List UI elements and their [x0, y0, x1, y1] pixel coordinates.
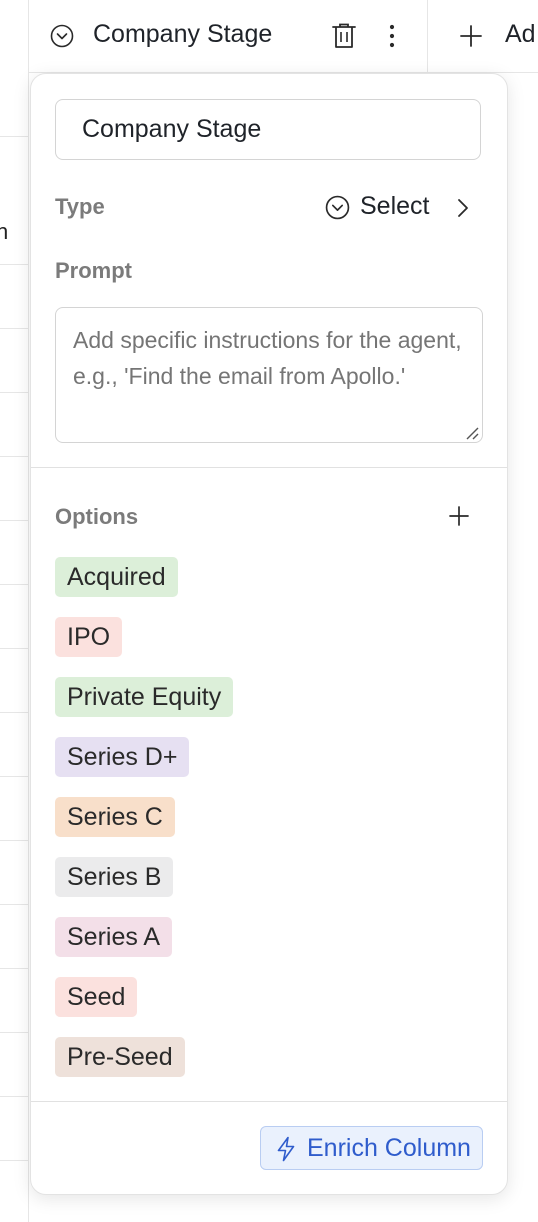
type-select-button[interactable]: Select	[325, 192, 475, 224]
table-left-column	[0, 0, 29, 1222]
enrich-column-label: Enrich Column	[307, 1134, 471, 1162]
table-row-divider	[0, 968, 28, 969]
section-divider	[31, 467, 507, 468]
option-chip[interactable]: Seed	[55, 977, 138, 1017]
table-row-divider	[0, 456, 28, 457]
table-row-divider	[0, 1160, 28, 1161]
lightning-bolt-icon	[277, 1136, 295, 1162]
table-row-divider	[0, 712, 28, 713]
column-name-input[interactable]	[55, 99, 481, 160]
option-chip[interactable]: Series C	[55, 797, 175, 837]
table-row-divider	[0, 840, 28, 841]
prompt-input[interactable]	[55, 307, 483, 443]
option-chip[interactable]: Private Equity	[55, 677, 234, 717]
trash-icon[interactable]	[331, 22, 357, 50]
options-label: Options	[55, 504, 139, 529]
type-label: Type	[55, 194, 105, 219]
table-row-divider	[0, 1032, 28, 1033]
table-row-divider	[0, 328, 28, 329]
add-option-icon[interactable]	[447, 504, 471, 528]
select-type-icon	[50, 24, 74, 48]
option-chip[interactable]: Series A	[55, 917, 173, 957]
option-chip[interactable]: Series D+	[55, 737, 190, 777]
table-row-divider	[0, 136, 28, 137]
option-chip[interactable]: Pre-Seed	[55, 1037, 185, 1077]
option-chip[interactable]: Series B	[55, 857, 174, 897]
column-header-title[interactable]: Company Stage	[93, 20, 272, 49]
option-chip[interactable]: Acquired	[55, 557, 178, 597]
table-row-divider	[0, 392, 28, 393]
select-type-icon	[325, 195, 350, 220]
header-divider	[427, 0, 428, 72]
column-settings-popover: Type Select Prompt Options Acquired IPO Pr…	[30, 73, 508, 1195]
option-chip[interactable]: IPO	[55, 617, 123, 657]
plus-icon[interactable]	[459, 24, 483, 48]
type-value: Select	[360, 192, 430, 220]
table-row-divider	[0, 1096, 28, 1097]
add-column-label[interactable]: Ad	[505, 20, 536, 49]
prompt-label: Prompt	[55, 258, 132, 283]
chevron-right-icon	[458, 199, 468, 217]
table-row-divider	[0, 776, 28, 777]
footer-divider	[31, 1101, 507, 1102]
table-row-divider	[0, 648, 28, 649]
table-row-divider	[0, 264, 28, 265]
resize-handle-icon[interactable]	[463, 424, 479, 440]
table-row-divider	[0, 904, 28, 905]
more-vertical-icon[interactable]	[380, 22, 404, 50]
table-row-divider	[0, 520, 28, 521]
enrich-column-button[interactable]: Enrich Column	[260, 1126, 483, 1170]
table-row-divider	[0, 584, 28, 585]
table-cell-fragment: n	[0, 219, 9, 244]
